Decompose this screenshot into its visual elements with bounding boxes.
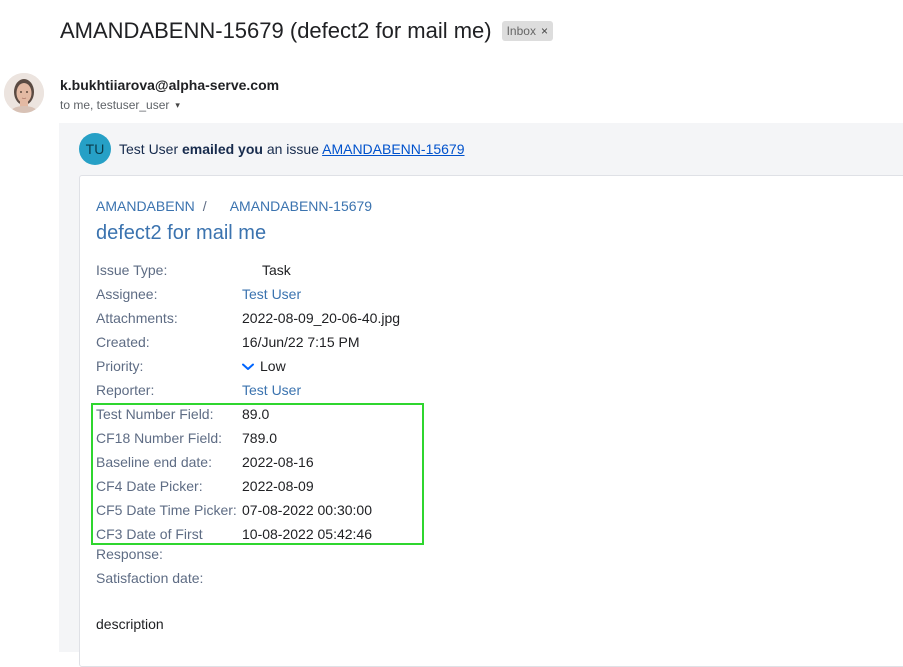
recipients-text: to me, testuser_user: [60, 98, 170, 112]
field-value: Task: [262, 262, 291, 278]
field-row: Assignee: Test User: [96, 286, 496, 308]
field-row: Attachments: 2022-08-09_20-06-40.jpg: [96, 310, 496, 332]
assignee-link[interactable]: Test User: [242, 286, 301, 302]
field-label: Reporter:: [96, 382, 155, 398]
field-row: Issue Type: Task: [96, 262, 496, 284]
email-body: TU Test User emailed you an issue AMANDA…: [59, 123, 903, 667]
notification-headline: Test User emailed you an issue AMANDABEN…: [119, 141, 465, 157]
recipients-line[interactable]: to me, testuser_user ▾: [60, 98, 180, 112]
priority-value: Low: [242, 358, 286, 374]
field-row: Satisfaction date:: [96, 570, 496, 592]
issue-description: description: [96, 616, 164, 632]
headline-middle: an issue: [266, 141, 319, 157]
field-row: Priority: Low: [96, 358, 496, 380]
field-value: 16/Jun/22 7:15 PM: [242, 334, 360, 350]
field-label: Created:: [96, 334, 150, 350]
priority-low-chevron-icon: [242, 363, 254, 371]
field-row: Response:: [96, 546, 496, 568]
inbox-label-badge[interactable]: Inbox ×: [501, 21, 553, 41]
sender-avatar[interactable]: [4, 73, 44, 113]
field-label: Satisfaction date:: [96, 570, 204, 586]
subject-title: AMANDABENN-15679 (defect2 for mail me): [60, 18, 492, 43]
issue-key-link[interactable]: AMANDABENN-15679: [322, 141, 464, 157]
field-row: Reporter: Test User: [96, 382, 496, 404]
field-label: Priority:: [96, 358, 144, 374]
reporter-link[interactable]: Test User: [242, 382, 301, 398]
breadcrumb-separator: /: [202, 198, 207, 214]
field-label: Issue Type:: [96, 262, 168, 278]
sender-email: k.bukhtiiarova@alpha-serve.com: [60, 77, 280, 93]
inbox-label-text: Inbox: [506, 24, 536, 38]
highlighted-fields-box: [91, 403, 424, 545]
field-row: Created: 16/Jun/22 7:15 PM: [96, 334, 496, 356]
project-link[interactable]: AMANDABENN: [96, 198, 195, 214]
remove-label-icon[interactable]: ×: [541, 24, 548, 38]
field-label: Response:: [96, 546, 163, 562]
issue-title-link[interactable]: defect2 for mail me: [96, 222, 266, 245]
field-label: Attachments:: [96, 310, 178, 326]
field-label: Assignee:: [96, 286, 158, 302]
show-details-caret-icon[interactable]: ▾: [175, 100, 180, 111]
issue-key-breadcrumb-link[interactable]: AMANDABENN-15679: [230, 198, 372, 214]
issue-card: AMANDABENN / AMANDABENN-15679 defect2 fo…: [79, 175, 903, 667]
actor-name: Test User: [119, 141, 179, 157]
action-text: emailed you: [182, 141, 263, 157]
priority-label: Low: [260, 358, 286, 374]
user-avatar-initials: TU: [79, 133, 111, 165]
email-subject: AMANDABENN-15679 (defect2 for mail me) I…: [60, 18, 553, 44]
breadcrumb: AMANDABENN / AMANDABENN-15679: [96, 198, 372, 214]
attachment-name[interactable]: 2022-08-09_20-06-40.jpg: [242, 310, 400, 326]
